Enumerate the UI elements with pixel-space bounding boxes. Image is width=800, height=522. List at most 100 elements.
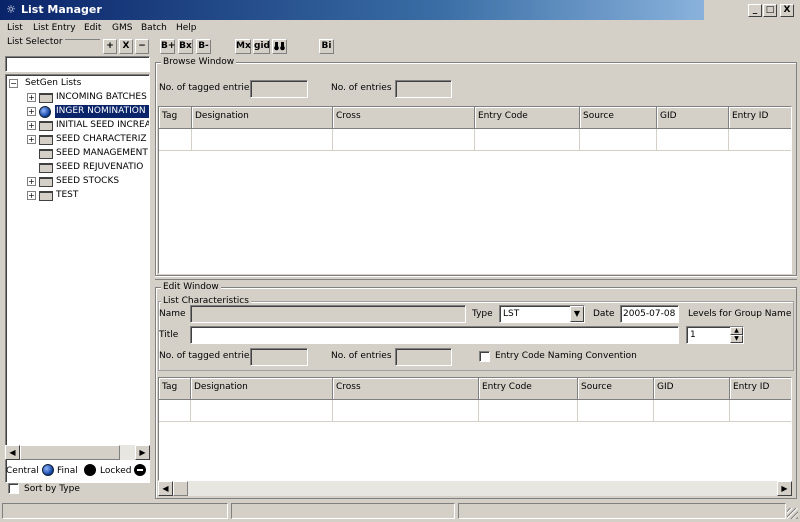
- title-input[interactable]: [190, 326, 679, 344]
- column-header-cross[interactable]: Cross: [333, 107, 475, 129]
- scroll-thumb[interactable]: [20, 445, 120, 460]
- expand-icon[interactable]: +: [27, 177, 36, 186]
- spinner-down-icon[interactable]: ▼: [730, 335, 743, 343]
- tree-item-label: SEED STOCKS: [56, 176, 120, 186]
- column-header-entry-code[interactable]: Entry Code: [479, 378, 578, 400]
- table-cell[interactable]: [578, 400, 654, 422]
- expand-icon[interactable]: +: [27, 191, 36, 200]
- menu-list[interactable]: List: [7, 23, 23, 33]
- tree-item-inger-nomination[interactable]: + INGER NOMINATION ...: [27, 105, 149, 119]
- expand-icon[interactable]: +: [27, 93, 36, 102]
- date-input[interactable]: 2005-07-08: [620, 305, 679, 323]
- column-header-gid[interactable]: GID: [657, 107, 729, 129]
- tree-item-seed-management[interactable]: SEED MANAGEMENT: [27, 147, 149, 161]
- folder-icon: [39, 121, 53, 131]
- table-cell[interactable]: [657, 129, 729, 151]
- table-cell[interactable]: [333, 129, 475, 151]
- close-button[interactable]: X: [780, 4, 794, 17]
- column-header-entry-id[interactable]: Entry ID: [730, 378, 791, 400]
- collapse-icon[interactable]: −: [9, 79, 18, 88]
- menu-list-entry[interactable]: List Entry: [33, 23, 76, 33]
- table-cell[interactable]: [159, 129, 192, 151]
- remove-list-button[interactable]: −: [135, 39, 149, 54]
- scroll-right-icon[interactable]: ▶: [135, 445, 150, 460]
- list-selector-header: List Selector: [5, 37, 100, 51]
- minimize-button[interactable]: _: [748, 4, 762, 17]
- expand-list-button[interactable]: X: [119, 39, 133, 54]
- table-cell[interactable]: [192, 129, 333, 151]
- column-header-gid[interactable]: GID: [654, 378, 730, 400]
- table-cell[interactable]: [479, 400, 578, 422]
- binoculars-icon[interactable]: [272, 39, 287, 54]
- name-input[interactable]: [190, 305, 466, 323]
- type-label: Type: [472, 309, 493, 319]
- naming-convention-checkbox[interactable]: [479, 351, 490, 362]
- column-header-tag[interactable]: Tag: [159, 107, 192, 129]
- tree-item-seed-characteriz[interactable]: + SEED CHARACTERIZ: [27, 133, 149, 147]
- column-header-tag[interactable]: Tag: [159, 378, 191, 400]
- window-splitter[interactable]: [155, 276, 797, 280]
- menu-help[interactable]: Help: [176, 23, 197, 33]
- table-cell[interactable]: [654, 400, 730, 422]
- column-header-designation[interactable]: Designation: [192, 107, 333, 129]
- menu-bar: List List Entry Edit GMS Batch Help: [0, 20, 800, 37]
- tree-horizontal-scrollbar[interactable]: ◀ ▶: [5, 445, 150, 460]
- expand-icon[interactable]: +: [27, 121, 36, 130]
- mx-button[interactable]: Mx: [235, 39, 251, 54]
- title-bar: ☼ List Manager _ □ X: [0, 0, 800, 20]
- tree-item-initial-seed[interactable]: + INITIAL SEED INCREA: [27, 119, 149, 133]
- scroll-left-icon[interactable]: ◀: [5, 445, 20, 460]
- b-plus-button[interactable]: B+: [160, 39, 175, 54]
- tree-item-seed-rejuvenatio[interactable]: SEED REJUVENATIO: [27, 161, 149, 175]
- column-header-entry-id[interactable]: Entry ID: [729, 107, 791, 129]
- table-cell[interactable]: [159, 400, 191, 422]
- date-value: 2005-07-08: [623, 309, 676, 319]
- folder-icon: [39, 135, 53, 145]
- scroll-thumb[interactable]: [173, 481, 188, 496]
- scroll-left-icon[interactable]: ◀: [158, 481, 173, 496]
- column-header-cross[interactable]: Cross: [333, 378, 479, 400]
- list-tree[interactable]: − SetGen Lists + INCOMING BATCHES + INGE…: [5, 74, 150, 483]
- expand-icon[interactable]: +: [27, 107, 36, 116]
- type-select[interactable]: LST ▼: [499, 305, 585, 323]
- resize-grip-icon[interactable]: [787, 508, 798, 519]
- sort-by-type-checkbox[interactable]: [8, 483, 19, 494]
- tree-root[interactable]: − SetGen Lists: [9, 77, 149, 91]
- levels-spinner[interactable]: 1 ▲ ▼: [686, 326, 744, 344]
- edit-window-title: Edit Window: [161, 282, 221, 292]
- scroll-right-icon[interactable]: ▶: [777, 481, 792, 496]
- menu-gms[interactable]: GMS: [112, 23, 132, 33]
- chevron-down-icon[interactable]: ▼: [570, 306, 584, 322]
- table-cell[interactable]: [475, 129, 580, 151]
- menu-batch[interactable]: Batch: [141, 23, 167, 33]
- table-cell[interactable]: [580, 129, 657, 151]
- menu-edit[interactable]: Edit: [84, 23, 101, 33]
- bi-button[interactable]: Bi: [319, 39, 334, 54]
- b-minus-button[interactable]: B-: [196, 39, 211, 54]
- gid-button[interactable]: gid: [253, 39, 270, 54]
- table-cell[interactable]: [729, 129, 791, 151]
- edit-horizontal-scrollbar[interactable]: ◀ ▶: [158, 481, 792, 496]
- edit-table[interactable]: Tag Designation Cross Entry Code Source …: [158, 377, 792, 481]
- list-search-input[interactable]: [5, 56, 150, 72]
- column-header-source[interactable]: Source: [580, 107, 657, 129]
- tree-item-incoming-batches[interactable]: + INCOMING BATCHES: [27, 91, 149, 105]
- add-list-button[interactable]: +: [103, 39, 117, 54]
- levels-label: Levels for Group Name: [688, 309, 792, 319]
- column-header-source[interactable]: Source: [578, 378, 654, 400]
- globe-icon: [42, 464, 54, 476]
- tree-item-test[interactable]: + TEST: [27, 189, 149, 203]
- table-cell[interactable]: [730, 400, 791, 422]
- column-header-entry-code[interactable]: Entry Code: [475, 107, 580, 129]
- expand-icon[interactable]: +: [27, 135, 36, 144]
- app-icon: ☼: [6, 3, 16, 16]
- b-x-button[interactable]: Bx: [178, 39, 193, 54]
- tree-item-seed-stocks[interactable]: + SEED STOCKS: [27, 175, 149, 189]
- maximize-button[interactable]: □: [763, 4, 777, 17]
- browse-table[interactable]: Tag Designation Cross Entry Code Source …: [158, 106, 792, 274]
- spinner-up-icon[interactable]: ▲: [730, 327, 743, 335]
- table-cell[interactable]: [333, 400, 479, 422]
- browse-entries-field: [395, 80, 452, 98]
- table-cell[interactable]: [191, 400, 333, 422]
- column-header-designation[interactable]: Designation: [191, 378, 333, 400]
